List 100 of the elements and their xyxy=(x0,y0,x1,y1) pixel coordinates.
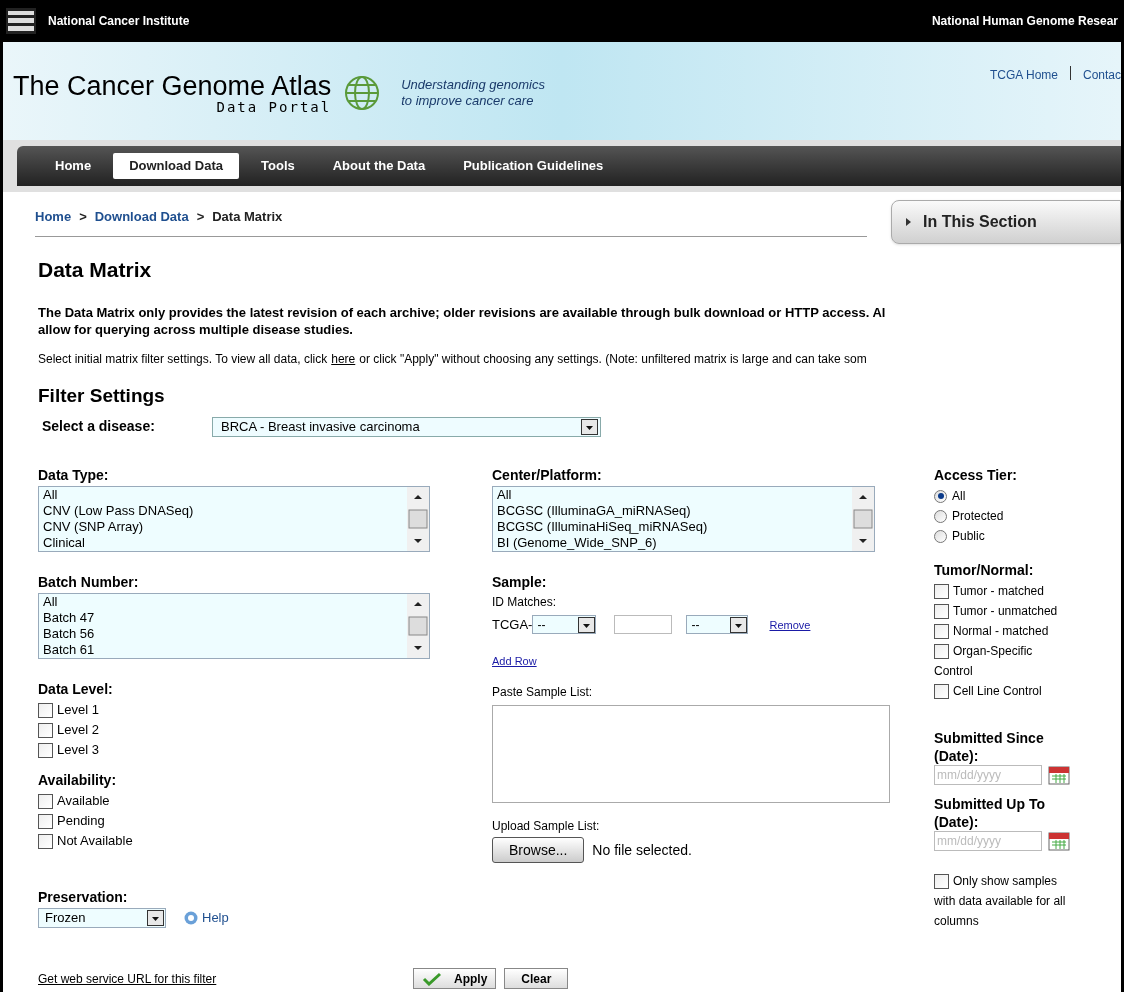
institute-link[interactable]: National Human Genome Resear xyxy=(931,12,1118,30)
checkbox[interactable] xyxy=(38,793,53,809)
field-label: Paste Sample List: xyxy=(492,684,594,701)
checkbox[interactable] xyxy=(38,742,53,758)
checkbox-label: Level 2 xyxy=(57,721,99,740)
clear-button[interactable]: Clear xyxy=(504,968,569,989)
field-label: Submitted Up To (Date): xyxy=(934,795,1046,831)
list-option[interactable]: Clinical xyxy=(43,535,407,551)
radio-label: Protected xyxy=(952,508,1004,525)
breadcrumb-link[interactable]: Home xyxy=(35,207,72,227)
header-link[interactable]: TCGA Home xyxy=(989,66,1058,84)
list-option[interactable]: All xyxy=(43,594,407,610)
instruction-text: Select initial matrix filter settings. To view all data, click xyxy=(38,350,328,368)
checkbox[interactable] xyxy=(934,623,949,639)
checkbox[interactable] xyxy=(38,833,53,849)
list-option[interactable]: Batch 47 xyxy=(43,610,407,626)
checkbox-label: Tumor - matched xyxy=(953,583,1044,600)
header-link[interactable]: Contac xyxy=(1082,66,1121,84)
scrollbar[interactable] xyxy=(852,487,874,551)
checkbox-label: Only show samples xyxy=(953,873,1058,890)
file-status: No file selected. xyxy=(592,840,692,860)
add-row-link[interactable]: Add Row xyxy=(492,652,537,669)
checkbox[interactable] xyxy=(934,583,949,599)
checkbox[interactable] xyxy=(934,873,949,889)
sample-dropdown[interactable]: -- xyxy=(686,615,749,635)
field-label: Select a disease: xyxy=(42,417,156,436)
field-label: ID Matches: xyxy=(492,594,558,611)
apply-button[interactable]: Apply xyxy=(413,968,497,989)
field-label: Center/Platform: xyxy=(492,466,603,485)
radio-button[interactable] xyxy=(934,509,947,523)
browse-button[interactable]: Browse... xyxy=(492,837,585,863)
section-heading: Filter Settings xyxy=(38,383,166,408)
list-option[interactable]: CNV (Low Pass DNASeq) xyxy=(43,503,407,519)
checkbox[interactable] xyxy=(38,702,53,718)
disease-dropdown[interactable]: BRCA - Breast invasive carcinoma xyxy=(212,416,601,437)
globe-icon xyxy=(343,73,382,113)
checkbox-label: Tumor - unmatched xyxy=(953,603,1058,620)
checkbox-label: with data available for all xyxy=(934,893,1066,910)
list-option[interactable]: Batch 56 xyxy=(43,626,407,642)
field-label: Data Level: xyxy=(38,680,114,699)
checkbox-label: columns xyxy=(934,913,979,930)
nav-tab[interactable]: Tools xyxy=(245,153,311,179)
list-option[interactable]: BCGSC (IlluminaGA_miRNASeq) xyxy=(497,503,852,519)
site-title[interactable]: The Cancer Genome Atlas xyxy=(13,72,332,100)
preservation-dropdown[interactable]: Frozen xyxy=(38,908,166,928)
field-label: Access Tier: xyxy=(934,466,1018,485)
breadcrumb-separator: > xyxy=(79,208,87,227)
checkbox-label: Pending xyxy=(57,812,105,831)
web-service-link[interactable]: Get web service URL for this filter xyxy=(38,969,413,988)
field-label: Sample: xyxy=(492,573,548,592)
radio-label: All xyxy=(952,488,966,505)
intro-text-line: allow for querying across multiple disease studies. xyxy=(38,320,354,338)
help-icon[interactable] xyxy=(184,911,198,925)
radio-button[interactable] xyxy=(934,529,947,543)
tagline: to improve cancer care xyxy=(401,93,535,110)
tagline: Understanding genomics xyxy=(401,76,545,93)
checkbox[interactable] xyxy=(934,683,949,699)
checkbox[interactable] xyxy=(934,643,949,659)
intro-text-line: The Data Matrix only provides the latest revision of each archive; older revisions are available through bulk download or HTTP access. Al xyxy=(38,303,887,321)
here-link[interactable]: here xyxy=(331,349,356,368)
section-title: In This Section xyxy=(923,212,1037,232)
breadcrumb-link[interactable]: Download Data xyxy=(94,207,189,227)
checkbox[interactable] xyxy=(38,722,53,738)
scrollbar[interactable] xyxy=(407,594,429,658)
checkbox[interactable] xyxy=(38,813,53,829)
list-option[interactable]: All xyxy=(43,487,407,503)
field-label: Preservation: xyxy=(38,888,129,907)
section-panel[interactable]: In This Section xyxy=(891,200,1121,244)
list-option[interactable]: CNV (SNP Array) xyxy=(43,519,407,535)
scrollbar[interactable] xyxy=(407,487,429,551)
nav-tab[interactable]: About the Data xyxy=(316,153,442,179)
breadcrumb-separator: > xyxy=(196,208,205,227)
calendar-icon[interactable] xyxy=(1048,831,1070,851)
help-link[interactable]: Help xyxy=(184,908,229,928)
list-box[interactable]: All Batch 47 Batch 56 Batch 61 xyxy=(38,593,430,659)
date-input-field[interactable]: mm/dd/yyyy xyxy=(934,831,1042,851)
breadcrumb-current: Data Matrix xyxy=(212,208,283,227)
checkbox-label: Normal - matched xyxy=(953,623,1049,640)
list-option[interactable]: All xyxy=(497,487,852,503)
date-input-field[interactable]: mm/dd/yyyy xyxy=(934,765,1042,785)
remove-link[interactable]: Remove xyxy=(769,616,811,633)
nav-tab[interactable]: Publication Guidelines xyxy=(447,153,620,179)
field-label: Submitted Since (Date): xyxy=(934,729,1045,765)
checkbox-label: Not Available xyxy=(57,832,133,851)
list-option[interactable]: BI (Genome_Wide_SNP_6) xyxy=(497,535,852,551)
id-input-field[interactable] xyxy=(614,615,673,635)
checkbox-label: Organ-Specific xyxy=(953,643,1033,660)
list-box[interactable]: All CNV (Low Pass DNASeq) CNV (SNP Array) Clinical xyxy=(38,486,430,552)
list-option[interactable]: Batch 61 xyxy=(43,642,407,658)
checkbox[interactable] xyxy=(934,603,949,619)
nav-tab[interactable]: Home xyxy=(39,153,108,179)
radio-button[interactable] xyxy=(934,489,947,503)
checkbox-label: Level 3 xyxy=(57,741,99,760)
checkbox-label: Available xyxy=(57,792,110,811)
sample-dropdown[interactable]: -- xyxy=(532,615,597,635)
calendar-icon[interactable] xyxy=(1048,765,1070,785)
institute-name[interactable]: National Cancer Institute xyxy=(48,12,190,30)
list-option[interactable]: BCGSC (IlluminaHiSeq_miRNASeq) xyxy=(497,519,852,535)
list-box[interactable]: All BCGSC (IlluminaGA_miRNASeq) BCGSC (IlluminaHiSeq_miRNASeq) BI (Genome_Wide_SNP_6) xyxy=(492,486,875,552)
nav-tab[interactable]: Download Data xyxy=(113,153,240,179)
